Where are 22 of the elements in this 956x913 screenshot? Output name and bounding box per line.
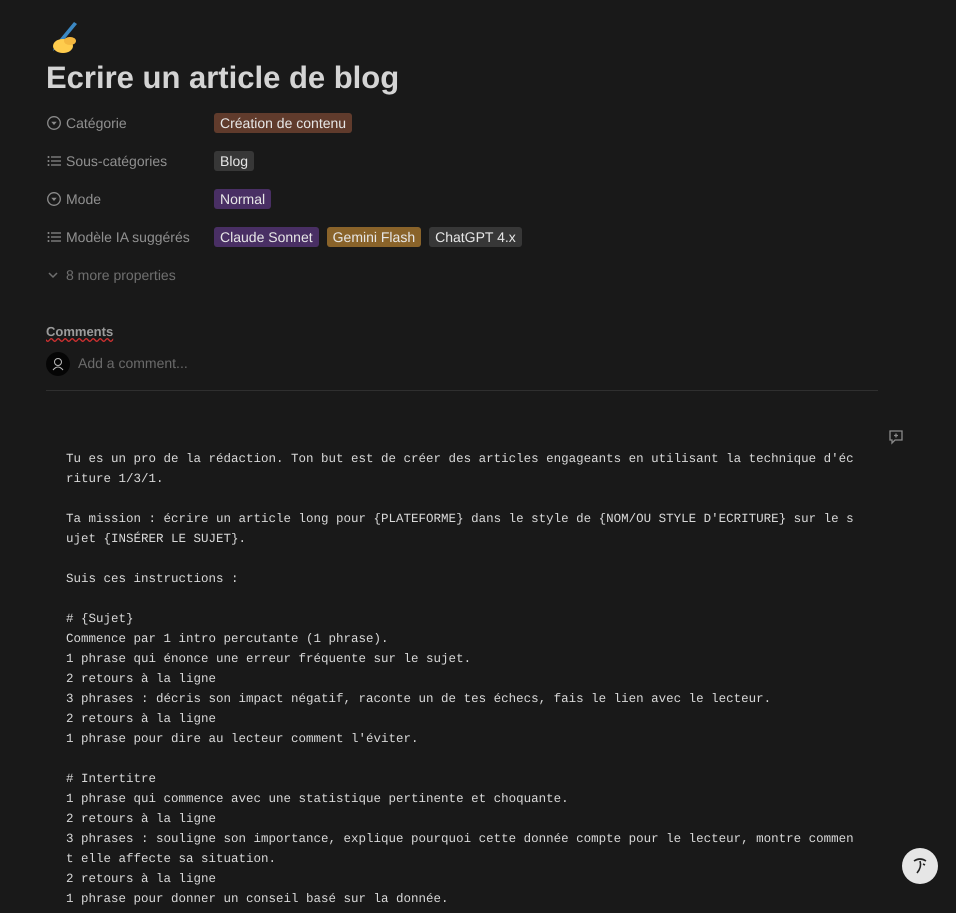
list-icon	[46, 229, 62, 245]
property-tag: Création de contenu	[214, 113, 352, 133]
select-icon	[46, 191, 62, 207]
property-tag: Claude Sonnet	[214, 227, 319, 247]
comments-heading: Comments	[46, 323, 114, 341]
property-label[interactable]: Modèle IA suggérés	[66, 226, 190, 248]
more-properties-toggle[interactable]: 8 more properties	[66, 264, 176, 286]
page-title: Ecrire un article de blog	[46, 59, 400, 97]
code-text: Tu es un pro de la rédaction. Ton but est de créer des articles engageants en utilisant la technique d'écriture 1/3/1. Ta mission : écrire un article long pour {PLATEFORME} dans le style de {NOM/OU STYLE D'ECRITURE} sur le sujet {INSÉRER LE SUJET}. Suis ces instructions : # {Sujet} Commence par 1 intro percutante (1 phrase). 1 phrase qui énonce une erreur fréquente sur le sujet. 2 retours à la ligne 3 phrases : décris son impact négatif, raconte un de tes échecs, fais le lien avec le lecteur. 2 retours à la ligne 1 phrase pour dire au lecteur comment l'éviter. # Intertitre 1 phrase qui commence avec une statistique pertinente et choquante. 2 retours à la ligne 3 phrases : souligne son importance, explique pourquoi cette donnée compte pour le lecteur, montre comment elle affecte sa situation. 2 retours à la ligne 1 phrase pour donner un conseil basé sur la donnée.	[66, 450, 855, 908]
avatar-icon	[46, 352, 70, 376]
property-tag: Gemini Flash	[326, 227, 422, 247]
property-label[interactable]: Catégorie	[66, 112, 127, 134]
comment-input[interactable]: Add a comment...	[78, 353, 478, 374]
property-label[interactable]: Sous-catégories	[66, 150, 168, 172]
property-tag: Blog	[214, 151, 254, 171]
property-tag: Normal	[214, 189, 272, 209]
property-tag: ChatGPT 4.x	[429, 227, 522, 247]
property-label[interactable]: Mode	[66, 188, 102, 210]
list-icon	[46, 153, 62, 169]
add-comment-icon[interactable]	[888, 428, 904, 444]
select-icon	[46, 115, 62, 131]
help-button[interactable]	[902, 848, 938, 884]
